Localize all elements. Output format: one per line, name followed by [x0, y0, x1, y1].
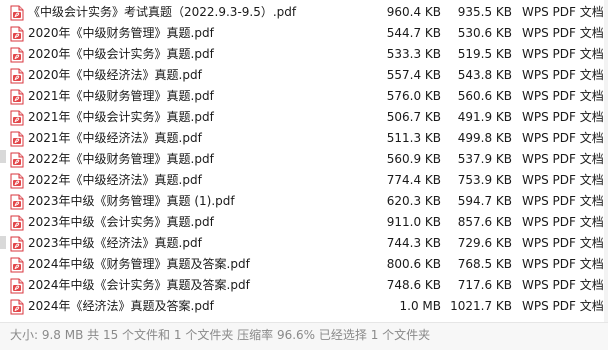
file-size: 1.0 MB: [399, 299, 441, 313]
file-name: 2020年《中级经济法》真题.pdf: [28, 68, 202, 82]
file-row[interactable]: 2023年中级《会计实务》真题.pdf 911.0 KB 857.6 KB WP…: [0, 212, 608, 233]
file-type: WPS PDF 文档: [522, 278, 604, 292]
file-type: WPS PDF 文档: [522, 110, 604, 124]
file-size: 744.3 KB: [386, 236, 441, 250]
file-size: 533.3 KB: [386, 47, 441, 61]
file-row[interactable]: 2023年中级《经济法》真题.pdf 744.3 KB 729.6 KB WPS…: [0, 233, 608, 254]
file-name: 2022年《中级经济法》真题.pdf: [28, 173, 202, 187]
file-row[interactable]: 2024年中级《会计实务》真题及答案.pdf 748.6 KB 717.6 KB…: [0, 275, 608, 296]
file-row[interactable]: 2021年《中级经济法》真题.pdf 511.3 KB 499.8 KB WPS…: [0, 128, 608, 149]
file-name: 2020年《中级财务管理》真题.pdf: [28, 26, 214, 40]
file-packed-size: 519.5 KB: [457, 47, 512, 61]
file-type: WPS PDF 文档: [522, 173, 604, 187]
file-name: 2023年中级《财务管理》真题 (1).pdf: [28, 194, 235, 208]
file-size: 800.6 KB: [386, 257, 441, 271]
file-packed-size: 729.6 KB: [457, 236, 512, 250]
file-type: WPS PDF 文档: [522, 26, 604, 40]
file-row[interactable]: 2024年中级《财务管理》真题及答案.pdf 800.6 KB 768.5 KB…: [0, 254, 608, 275]
file-packed-size: 594.7 KB: [457, 194, 512, 208]
pdf-file-icon: [10, 194, 24, 210]
file-packed-size: 1021.7 KB: [450, 299, 512, 313]
file-row[interactable]: 2022年《中级经济法》真题.pdf 774.4 KB 753.9 KB WPS…: [0, 170, 608, 191]
file-name: 2021年《中级财务管理》真题.pdf: [28, 89, 214, 103]
file-size: 960.4 KB: [386, 5, 441, 19]
pdf-file-icon: [10, 5, 24, 21]
file-size: 557.4 KB: [386, 68, 441, 82]
file-packed-size: 537.9 KB: [457, 152, 512, 166]
file-packed-size: 753.9 KB: [457, 173, 512, 187]
file-size: 774.4 KB: [386, 173, 441, 187]
file-size: 748.6 KB: [386, 278, 441, 292]
pdf-file-icon: [10, 299, 24, 315]
file-packed-size: 857.6 KB: [457, 215, 512, 229]
status-bar: 大小: 9.8 MB 共 15 个文件和 1 个文件夹 压缩率 96.6% 已经…: [0, 322, 608, 350]
file-packed-size: 560.6 KB: [457, 89, 512, 103]
pdf-file-icon: [10, 26, 24, 42]
file-row[interactable]: 2024年《经济法》真题及答案.pdf 1.0 MB 1021.7 KB WPS…: [0, 296, 608, 317]
pdf-file-icon: [10, 89, 24, 105]
file-row[interactable]: 2020年《中级财务管理》真题.pdf 544.7 KB 530.6 KB WP…: [0, 23, 608, 44]
file-name: 2021年《中级会计实务》真题.pdf: [28, 110, 214, 124]
pdf-file-icon: [10, 68, 24, 84]
file-type: WPS PDF 文档: [522, 68, 604, 82]
pdf-file-icon: [10, 236, 24, 252]
file-name: 2024年中级《会计实务》真题及答案.pdf: [28, 278, 250, 292]
pdf-file-icon: [10, 215, 24, 231]
file-name: 2023年中级《会计实务》真题.pdf: [28, 215, 214, 229]
file-type: WPS PDF 文档: [522, 89, 604, 103]
file-type: WPS PDF 文档: [522, 299, 604, 313]
pdf-file-icon: [10, 47, 24, 63]
file-name: 2024年中级《财务管理》真题及答案.pdf: [28, 257, 250, 271]
file-name: 2022年《中级财务管理》真题.pdf: [28, 152, 214, 166]
file-row[interactable]: 《中级会计实务》考试真题（2022.9.3-9.5）.pdf 960.4 KB …: [0, 2, 608, 23]
pdf-file-icon: [10, 257, 24, 273]
file-name: 2021年《中级经济法》真题.pdf: [28, 131, 202, 145]
file-row[interactable]: 2023年中级《财务管理》真题 (1).pdf 620.3 KB 594.7 K…: [0, 191, 608, 212]
pdf-file-icon: [10, 173, 24, 189]
file-packed-size: 935.5 KB: [457, 5, 512, 19]
file-packed-size: 768.5 KB: [457, 257, 512, 271]
file-packed-size: 543.8 KB: [457, 68, 512, 82]
file-row[interactable]: 2022年《中级财务管理》真题.pdf 560.9 KB 537.9 KB WP…: [0, 149, 608, 170]
file-row[interactable]: 2021年《中级财务管理》真题.pdf 576.0 KB 560.6 KB WP…: [0, 86, 608, 107]
file-type: WPS PDF 文档: [522, 131, 604, 145]
file-packed-size: 717.6 KB: [457, 278, 512, 292]
file-size: 506.7 KB: [386, 110, 441, 124]
file-packed-size: 499.8 KB: [457, 131, 512, 145]
file-list: 《中级会计实务》考试真题（2022.9.3-9.5）.pdf 960.4 KB …: [0, 0, 608, 315]
file-type: WPS PDF 文档: [522, 152, 604, 166]
file-type: WPS PDF 文档: [522, 194, 604, 208]
file-type: WPS PDF 文档: [522, 236, 604, 250]
status-text: 大小: 9.8 MB 共 15 个文件和 1 个文件夹 压缩率 96.6% 已经…: [10, 328, 431, 342]
file-size: 911.0 KB: [386, 215, 441, 229]
pdf-file-icon: [10, 110, 24, 126]
vertical-scrollbar[interactable]: [604, 0, 608, 322]
pdf-file-icon: [10, 278, 24, 294]
file-type: WPS PDF 文档: [522, 257, 604, 271]
file-type: WPS PDF 文档: [522, 5, 604, 19]
file-row[interactable]: 2021年《中级会计实务》真题.pdf 506.7 KB 491.9 KB WP…: [0, 107, 608, 128]
file-name: 2024年《经济法》真题及答案.pdf: [28, 299, 214, 313]
left-edge-marker: [0, 150, 6, 163]
pdf-file-icon: [10, 131, 24, 147]
file-size: 511.3 KB: [386, 131, 441, 145]
file-packed-size: 491.9 KB: [457, 110, 512, 124]
file-size: 544.7 KB: [386, 26, 441, 40]
file-name: 2023年中级《经济法》真题.pdf: [28, 236, 202, 250]
file-row[interactable]: 2020年《中级经济法》真题.pdf 557.4 KB 543.8 KB WPS…: [0, 65, 608, 86]
file-packed-size: 530.6 KB: [457, 26, 512, 40]
file-name: 《中级会计实务》考试真题（2022.9.3-9.5）.pdf: [28, 5, 297, 19]
file-size: 560.9 KB: [386, 152, 441, 166]
file-row[interactable]: 2020年《中级会计实务》真题.pdf 533.3 KB 519.5 KB WP…: [0, 44, 608, 65]
file-type: WPS PDF 文档: [522, 47, 604, 61]
file-type: WPS PDF 文档: [522, 215, 604, 229]
pdf-file-icon: [10, 152, 24, 168]
left-edge-marker: [0, 236, 6, 249]
file-size: 576.0 KB: [386, 89, 441, 103]
file-size: 620.3 KB: [386, 194, 441, 208]
file-name: 2020年《中级会计实务》真题.pdf: [28, 47, 214, 61]
